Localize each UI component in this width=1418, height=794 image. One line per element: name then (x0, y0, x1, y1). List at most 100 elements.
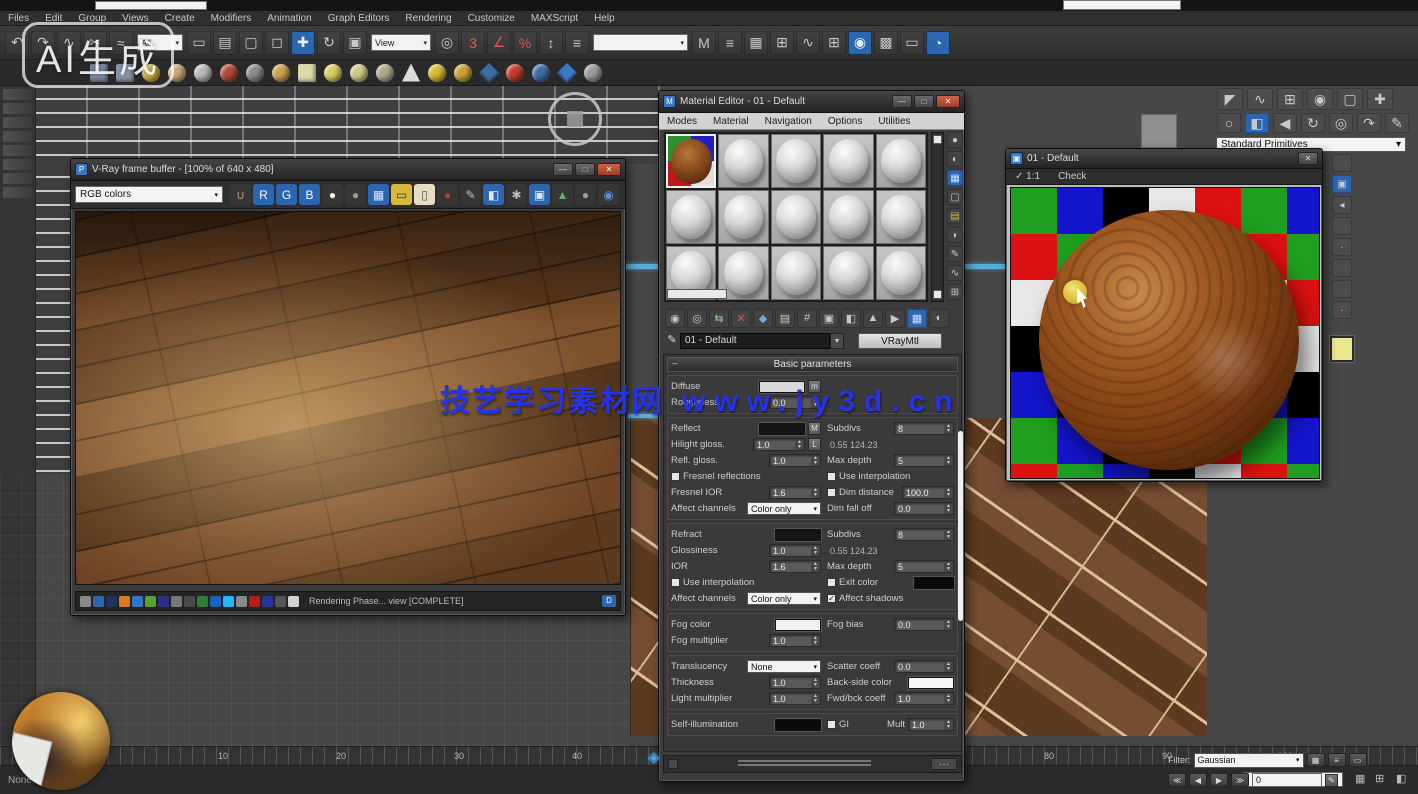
taskbar-mini-icon[interactable] (132, 596, 143, 607)
exit-color-swatch[interactable] (914, 577, 954, 589)
clipboard-icon[interactable]: ▭ (391, 184, 412, 205)
motion-tab[interactable]: ◉ (1307, 88, 1333, 110)
spinner-arrows[interactable]: ▲▼ (811, 636, 820, 646)
layer-manager-icon[interactable]: ▦ (744, 31, 768, 55)
me-menu-options[interactable]: Options (820, 116, 870, 127)
color-swatch-button[interactable] (1330, 336, 1354, 362)
close-button[interactable]: ✕ (936, 95, 960, 108)
sample-slot-9[interactable] (823, 190, 873, 244)
taskbar-mini-icon[interactable] (158, 596, 169, 607)
horizontal-scroll-handle[interactable] (667, 289, 727, 299)
dim-fall-off-spinner[interactable]: 0.0▲▼ (894, 502, 954, 515)
spinner-arrows[interactable]: ▲▼ (811, 562, 820, 572)
dim-distance-checkbox[interactable] (827, 488, 836, 497)
me-menu-modes[interactable]: Modes (659, 116, 705, 127)
refl-gloss-spinner[interactable]: 1.0▲▼ (769, 454, 821, 467)
material-map-navigator-icon[interactable]: ⊞ (947, 284, 963, 300)
sample-slot-1[interactable] (666, 134, 716, 188)
schematic-view-icon[interactable]: ⊞ (822, 31, 846, 55)
menu-maxscript[interactable]: MAXScript (523, 13, 586, 24)
taskbar-mini-icon[interactable] (80, 596, 91, 607)
show-end-result-icon[interactable]: ◧ (841, 309, 861, 328)
material-editor-window[interactable]: M Material Editor - 01 - Default — □ ✕ M… (658, 90, 965, 782)
white-channel-icon[interactable]: ● (322, 184, 343, 205)
back-side-color-swatch[interactable] (908, 677, 954, 689)
strip-button-2[interactable]: ▣ (1332, 175, 1352, 193)
timeline-frame-20[interactable]: 20 (336, 751, 346, 761)
sphere-pale-icon[interactable] (350, 64, 368, 82)
spinner-arrows[interactable]: ▲▼ (811, 456, 820, 466)
star-gold-icon[interactable] (428, 64, 446, 82)
blue-channel-icon[interactable]: B (299, 184, 320, 205)
maximize-button[interactable]: □ (575, 163, 595, 176)
sphere-silver-icon[interactable] (194, 64, 212, 82)
timeline-frame-30[interactable]: 30 (454, 751, 464, 761)
max-depth-spinner[interactable]: 5▲▼ (894, 560, 954, 573)
coin-gold-icon[interactable] (272, 64, 290, 82)
monitor-icon[interactable]: ▣ (529, 184, 550, 205)
select-object-icon[interactable]: ▭ (187, 31, 211, 55)
helpers-icon[interactable]: ◎ (1329, 113, 1353, 133)
scroll-handle[interactable] (933, 135, 942, 144)
fog-color-swatch[interactable] (775, 619, 821, 631)
sample-slot-4[interactable] (823, 134, 873, 188)
spinner-arrows[interactable]: ▲▼ (944, 620, 953, 630)
capsule-red-icon[interactable] (506, 64, 524, 82)
create-tab[interactable]: ◤ (1217, 88, 1243, 110)
taskbar-mini-icon[interactable] (93, 596, 104, 607)
mono-channel-icon[interactable]: ● (345, 184, 366, 205)
spinner-arrows[interactable]: ▲▼ (944, 694, 953, 704)
taskbar-mini-icon[interactable] (210, 596, 221, 607)
strip-button-7[interactable] (1332, 280, 1352, 298)
save-image-icon[interactable]: ▦ (368, 184, 389, 205)
taskbar-mini-icon[interactable] (223, 596, 234, 607)
spinner-arrows[interactable]: ▲▼ (944, 456, 953, 466)
translucency-dropdown[interactable]: None▾ (747, 660, 821, 673)
titlebar-search-box[interactable] (1063, 0, 1181, 10)
scene-panel-item[interactable] (3, 187, 32, 198)
timeline-frame-10[interactable]: 10 (218, 751, 228, 761)
chevron-blue-icon[interactable] (479, 62, 499, 82)
titlebar-dropdown[interactable] (95, 1, 207, 10)
put-to-library-icon[interactable]: ▤ (775, 309, 795, 328)
crossing-selection-icon[interactable]: ◻ (265, 31, 289, 55)
rollout-scrollbar[interactable] (958, 431, 963, 621)
fresnel-reflections-checkbox[interactable] (671, 472, 680, 481)
settings-icon[interactable]: ✱ (506, 184, 527, 205)
taskbar-mini-icon[interactable] (275, 596, 286, 607)
graphite-ribbon-icon[interactable]: ⊞ (770, 31, 794, 55)
duplicate-icon[interactable]: ▯ (414, 184, 435, 205)
lens-effects-icon[interactable]: ◉ (598, 184, 619, 205)
play-button[interactable]: ▶ (1210, 773, 1228, 787)
go-to-parent-icon[interactable]: ▲ (863, 309, 883, 328)
exit-color-checkbox[interactable] (827, 578, 836, 587)
background-icon[interactable]: ▦ (947, 170, 963, 186)
dim-distance-spinner[interactable]: 100.0▲▼ (902, 486, 954, 499)
scatter-coeff-spinner[interactable]: 0.0▲▼ (894, 660, 954, 673)
percent-snap-icon[interactable]: % (513, 31, 537, 55)
material-preview-window[interactable]: ▣ 01 - Default ✕ ✓ 1:1Check (1005, 148, 1323, 482)
viewport-gizmo[interactable] (548, 92, 602, 146)
refract-swatch[interactable] (775, 529, 821, 541)
spinner-arrows[interactable]: ▲▼ (944, 424, 953, 434)
footer-value-button[interactable]: ··· (931, 758, 957, 770)
material-editor-titlebar[interactable]: M Material Editor - 01 - Default — □ ✕ (659, 91, 964, 113)
sample-slot-8[interactable] (771, 190, 821, 244)
options-icon[interactable]: ✎ (947, 246, 963, 262)
eyedropper-icon[interactable]: ✎ (664, 333, 680, 349)
scene-panel-item[interactable] (3, 103, 32, 114)
spacewarps-icon[interactable]: ↷ (1357, 113, 1381, 133)
affect-channels-dropdown[interactable]: Color only▾ (747, 592, 821, 605)
mirror-icon[interactable]: M (692, 31, 716, 55)
menu-animation[interactable]: Animation (259, 13, 319, 24)
maximize-button[interactable]: □ (914, 95, 934, 108)
menu-customize[interactable]: Customize (460, 13, 523, 24)
menu-modifiers[interactable]: Modifiers (203, 13, 260, 24)
subdivs-spinner[interactable]: 8▲▼ (894, 422, 954, 435)
self-illumination-swatch[interactable] (775, 719, 821, 731)
ref-coord-dropdown[interactable]: View▾ (371, 34, 431, 51)
sample-type-icon[interactable]: ● (947, 132, 963, 148)
scene-panel-item[interactable] (3, 89, 32, 100)
sphere-gray-icon[interactable] (584, 64, 602, 82)
gi-mult-spinner[interactable]: 1.0▲▼ (908, 718, 954, 731)
